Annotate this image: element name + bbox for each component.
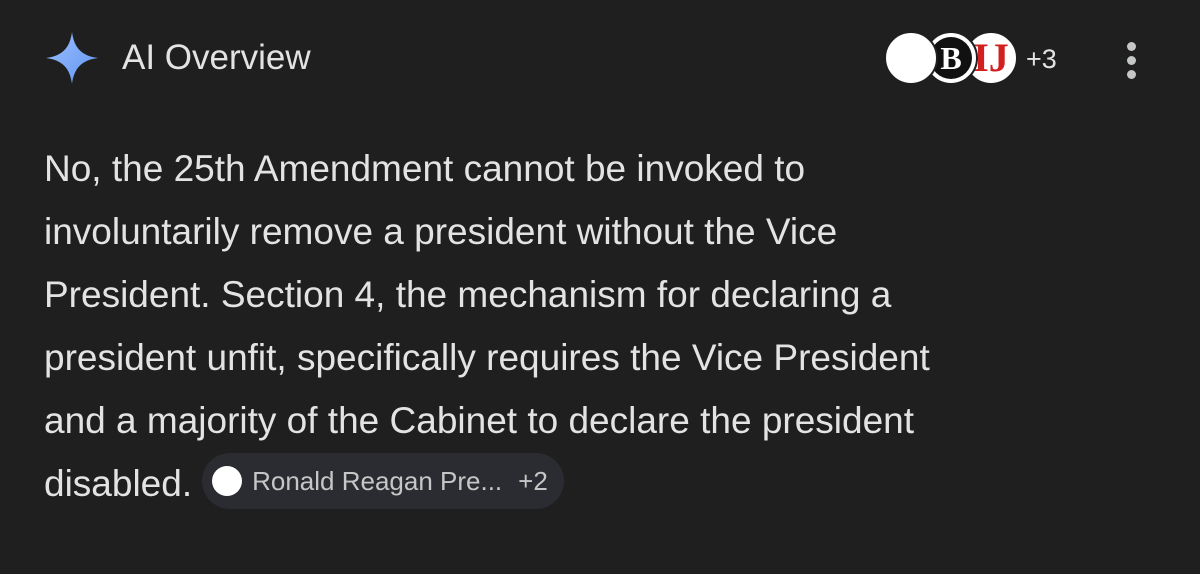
overview-answer: No, the 25th Amendment cannot be invoked… (44, 137, 1164, 515)
answer-line: involuntarily remove a president without… (44, 211, 838, 252)
gemini-sparkle-icon (44, 30, 100, 86)
more-vert-icon[interactable] (1118, 40, 1146, 82)
answer-line: and a majority of the Cabinet to declare… (44, 400, 915, 441)
overview-title: AI Overview (122, 38, 311, 77)
more-sources-count[interactable]: +3 (1026, 42, 1057, 76)
citation-chip[interactable]: Ronald Reagan Pre... +2 (202, 453, 564, 510)
citation-more-count: +2 (518, 466, 548, 497)
citation-label: Ronald Reagan Pre... (252, 466, 503, 497)
answer-line: disabled. (44, 463, 193, 504)
source-favicon-icon (212, 466, 243, 497)
answer-line: President. Section 4, the mechanism for … (44, 274, 892, 315)
answer-line: No, the 25th Amendment cannot be invoked… (44, 148, 806, 189)
ai-overview-header: AI Overview B IJ +3 (0, 0, 1200, 120)
answer-line: president unfit, specifically requires t… (44, 337, 930, 378)
source-avatar[interactable] (884, 31, 938, 85)
answer-last-line: disabled. Ronald Reagan Pre... +2 (44, 452, 1164, 515)
